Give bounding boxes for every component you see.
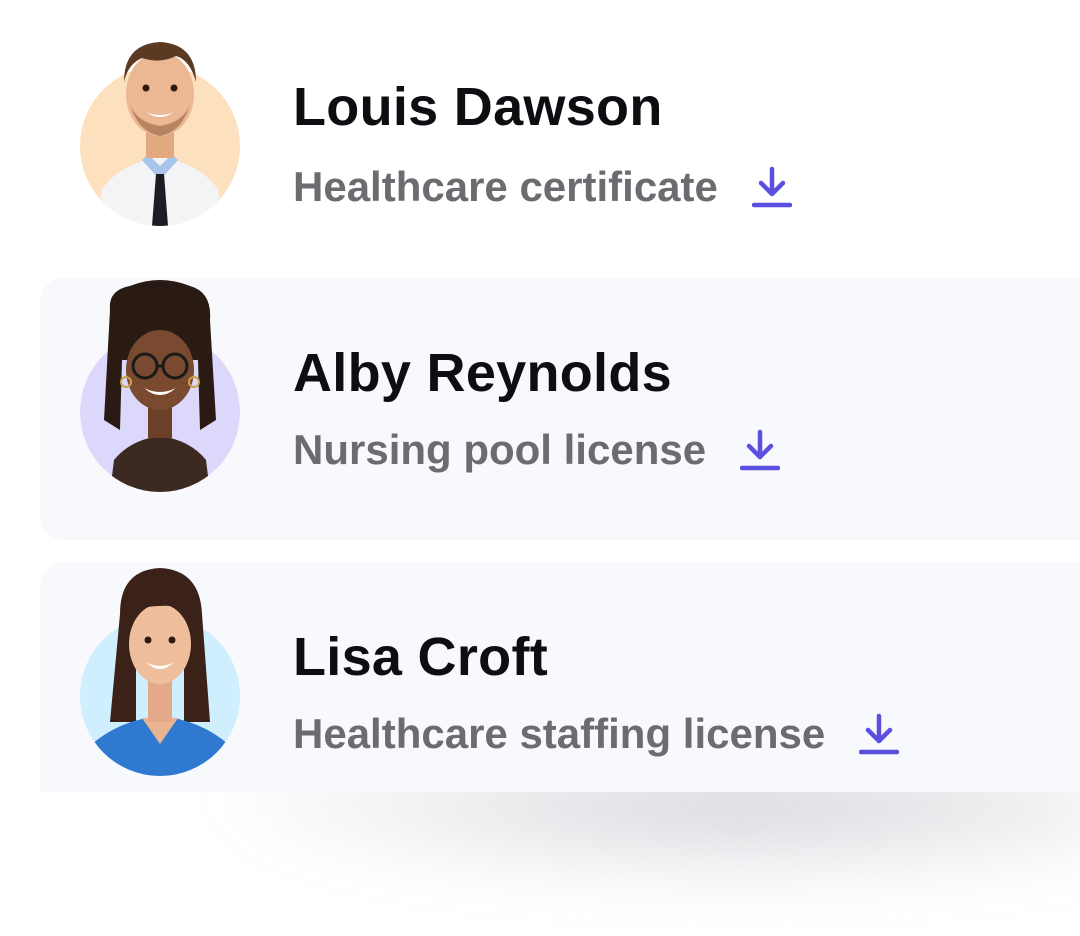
person-name: Louis Dawson bbox=[293, 77, 663, 137]
avatar bbox=[80, 42, 240, 226]
download-icon[interactable] bbox=[751, 165, 793, 209]
list-item[interactable]: Alby Reynolds Nursing pool license bbox=[40, 278, 1080, 540]
document-label: Healthcare staffing license bbox=[293, 710, 826, 757]
license-list: Louis Dawson Healthcare certificate Alby… bbox=[0, 0, 1080, 936]
download-icon[interactable] bbox=[739, 428, 781, 472]
list-item[interactable]: Lisa Croft Healthcare staffing license bbox=[40, 562, 1080, 792]
avatar bbox=[80, 280, 240, 492]
document-label: Healthcare certificate bbox=[293, 163, 718, 210]
document-label: Nursing pool license bbox=[293, 426, 707, 473]
download-icon[interactable] bbox=[858, 712, 900, 756]
list-item[interactable]: Louis Dawson Healthcare certificate bbox=[40, 0, 1080, 262]
person-name: Alby Reynolds bbox=[293, 343, 672, 403]
document-row: Healthcare staffing license bbox=[293, 710, 900, 758]
person-name: Lisa Croft bbox=[293, 627, 549, 687]
document-row: Nursing pool license bbox=[293, 426, 781, 474]
document-row: Healthcare certificate bbox=[293, 163, 793, 211]
avatar bbox=[80, 568, 240, 776]
